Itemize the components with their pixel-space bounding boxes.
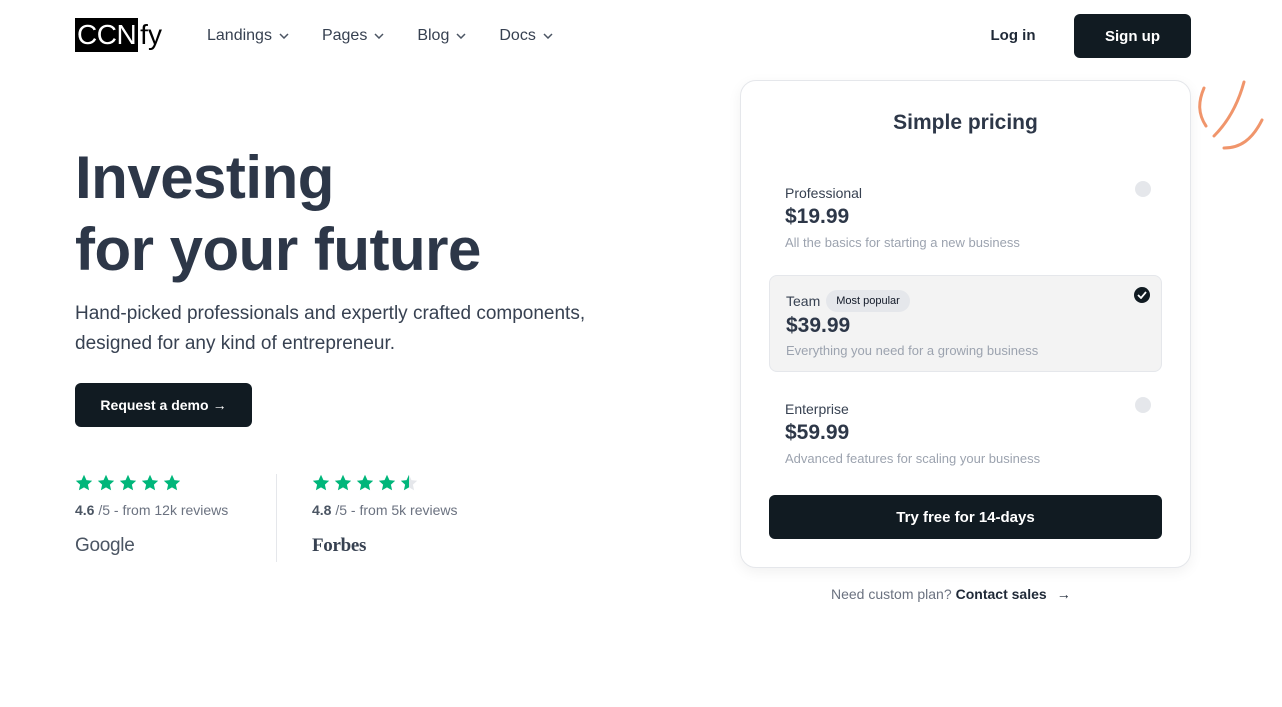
rating-forbes: 4.8 /5 - from 5k reviews Forbes <box>312 474 458 558</box>
request-demo-label: Request a demo <box>100 397 209 413</box>
rating-suffix: /5 - from 12k reviews <box>98 502 229 518</box>
arrow-right-icon: → <box>212 397 227 413</box>
plan-name: Enterprise <box>785 401 849 417</box>
star-rating <box>75 474 228 494</box>
request-demo-button[interactable]: Request a demo → <box>75 383 252 427</box>
signup-button[interactable]: Sign up <box>1074 14 1191 58</box>
custom-plan-text: Need custom plan? <box>831 586 952 602</box>
chevron-down-icon <box>373 30 385 42</box>
plan-name-text: Professional <box>785 185 863 201</box>
hero-subtitle: Hand-picked professionals and expertly c… <box>75 299 675 359</box>
chevron-down-icon <box>455 30 467 42</box>
plan-price: $39.99 <box>786 314 851 337</box>
hero-title: Investing for your future <box>75 142 481 286</box>
radio-unchecked-icon[interactable] <box>1135 181 1151 197</box>
plan-option-professional[interactable]: Professional $19.99 All the basics for s… <box>769 175 1162 265</box>
brand-logo-google: Google <box>75 534 228 558</box>
rating-divider <box>276 474 277 562</box>
star-filled-icon <box>119 474 137 491</box>
plan-name-text: Enterprise <box>785 401 849 417</box>
custom-plan-note: Need custom plan? Contact sales → <box>831 586 1071 602</box>
brand-name: Google <box>75 535 135 556</box>
chevron-down-icon <box>278 30 290 42</box>
plan-description: Everything you need for a growing busine… <box>786 343 1039 358</box>
plan-option-enterprise[interactable]: Enterprise $59.99 Advanced features for … <box>769 391 1162 481</box>
brand-logo-forbes: Forbes <box>312 534 458 558</box>
contact-sales-link[interactable]: Contact sales <box>956 586 1047 602</box>
star-filled-icon <box>334 474 352 491</box>
plan-description: Advanced features for scaling your busin… <box>785 451 1041 466</box>
brand-name: Forbes <box>312 535 367 556</box>
nav-item-blog[interactable]: Blog <box>417 24 467 48</box>
plan-description: All the basics for starting a new busine… <box>785 235 1020 250</box>
rating-text: 4.6 /5 - from 12k reviews <box>75 502 228 518</box>
plan-name-text: Team <box>786 293 821 309</box>
decorative-strokes-icon <box>1198 80 1264 150</box>
hero-subtitle-line-1: Hand-picked professionals and expertly c… <box>75 303 586 324</box>
star-filled-icon <box>378 474 396 491</box>
logo[interactable]: CCN fy <box>75 18 162 52</box>
star-filled-icon <box>75 474 93 491</box>
plan-option-team[interactable]: Team Most popular $39.99 Everything you … <box>769 275 1162 372</box>
chevron-down-icon <box>542 30 554 42</box>
nav-item-label: Docs <box>499 27 536 44</box>
most-popular-badge: Most popular <box>826 290 910 312</box>
site-header: CCN fy Landings Pages Blog Docs Log in S… <box>0 0 1282 72</box>
nav-item-pages[interactable]: Pages <box>322 24 385 48</box>
nav-item-label: Blog <box>417 27 450 44</box>
rating-suffix: /5 - from 5k reviews <box>335 502 458 518</box>
plan-price: $19.99 <box>785 205 850 228</box>
logo-rest-text: fy <box>140 19 162 50</box>
rating-google: 4.6 /5 - from 12k reviews Google <box>75 474 228 558</box>
hero-title-line-1: Investing <box>75 144 334 211</box>
hero-subtitle-line-2: designed for any kind of entrepreneur. <box>75 333 396 354</box>
login-link[interactable]: Log in <box>980 24 1046 48</box>
nav-item-landings[interactable]: Landings <box>207 24 290 48</box>
star-filled-icon <box>97 474 115 491</box>
rating-score: 4.8 <box>312 502 332 518</box>
nav-item-docs[interactable]: Docs <box>499 24 553 48</box>
star-filled-icon <box>356 474 374 491</box>
star-rating <box>312 474 458 494</box>
radio-unchecked-icon[interactable] <box>1135 397 1151 413</box>
star-filled-icon <box>163 474 181 491</box>
arrow-right-icon[interactable]: → <box>1057 586 1071 602</box>
hero-title-line-2: for your future <box>75 216 481 283</box>
plan-price: $59.99 <box>785 421 850 444</box>
pricing-title: Simple pricing <box>893 111 1038 134</box>
main-nav: Landings Pages Blog Docs <box>207 24 586 48</box>
plan-name: Team Most popular <box>786 290 910 312</box>
nav-item-label: Pages <box>321 27 368 44</box>
logo-box-text: CCN <box>75 18 139 52</box>
rating-text: 4.8 /5 - from 5k reviews <box>312 502 458 518</box>
nav-item-label: Landings <box>207 27 272 44</box>
pricing-card: Simple pricing Professional $19.99 All t… <box>740 80 1191 568</box>
star-half-icon <box>400 474 418 491</box>
try-free-button[interactable]: Try free for 14-days <box>769 495 1162 539</box>
star-filled-icon <box>141 474 159 491</box>
rating-score: 4.6 <box>75 502 95 518</box>
star-filled-icon <box>312 474 330 491</box>
check-circle-icon[interactable] <box>1134 287 1150 303</box>
plan-name: Professional <box>785 185 862 201</box>
